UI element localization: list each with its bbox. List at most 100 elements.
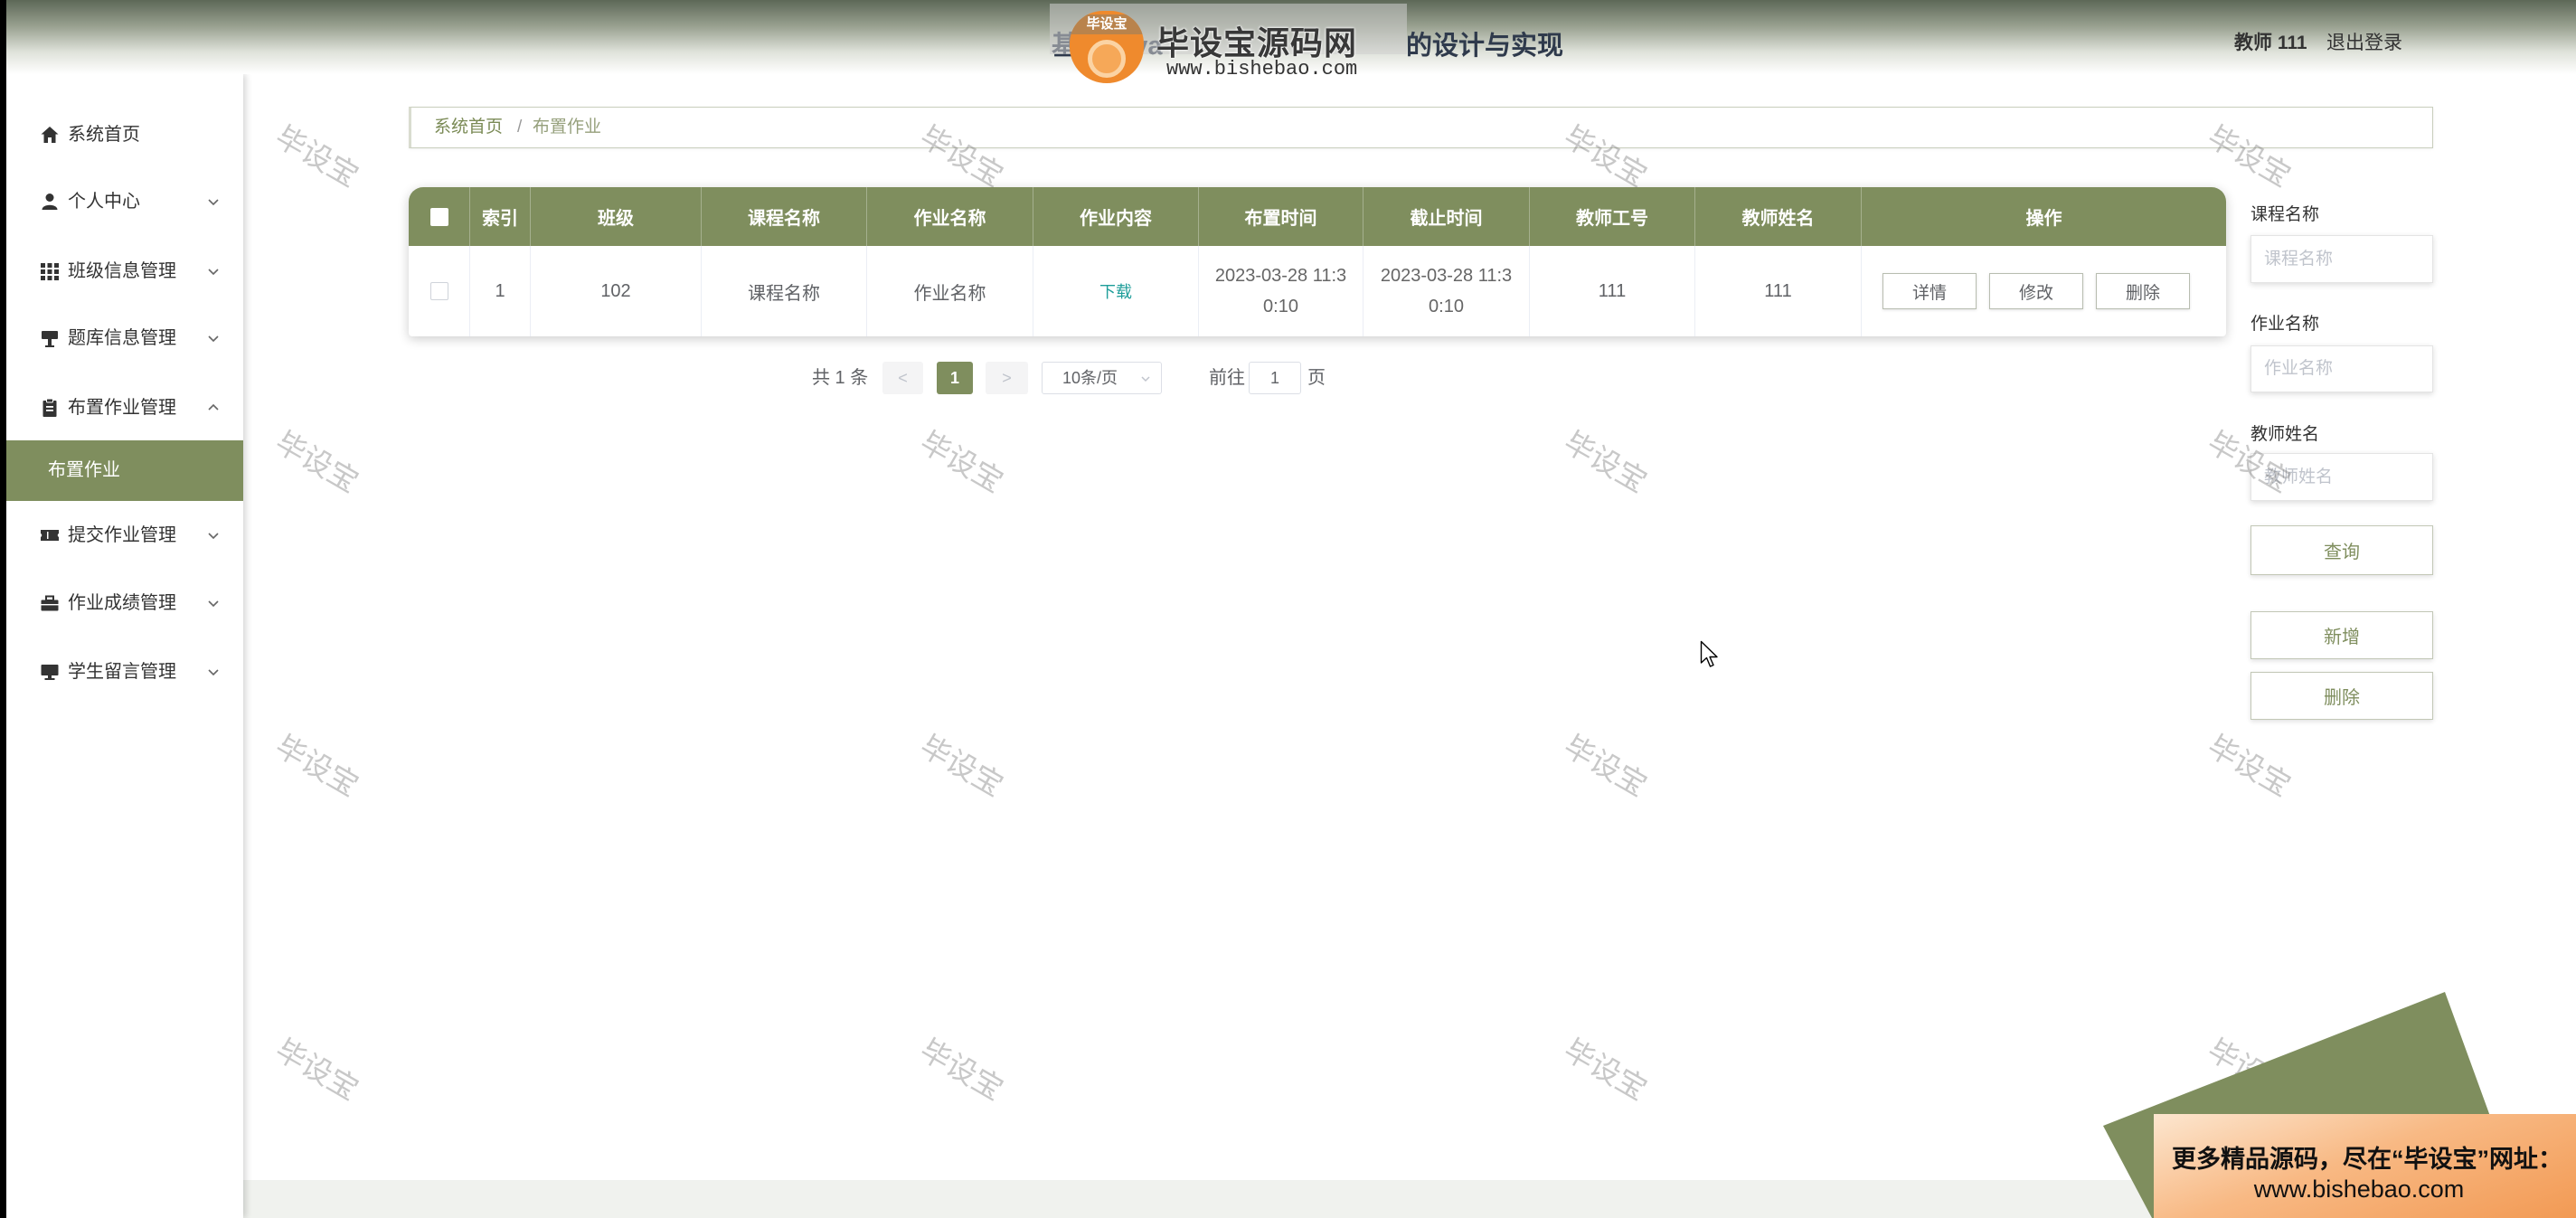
chevron-up-icon [207,401,220,414]
sidebar-item-assign-homework-management[interactable]: 布置作业管理 [6,374,243,441]
select-all-checkbox[interactable] [429,207,448,226]
add-button[interactable]: 新增 [2250,611,2433,659]
sidebar-item-submit-homework-management[interactable]: 提交作业管理 [6,502,243,569]
ad-banner-url: www.bishebao.com [2253,1176,2465,1203]
chevron-down-icon [207,666,220,678]
watermark-text: 毕设宝 [914,424,1009,499]
sidebar-subitem-label: 布置作业 [48,460,120,480]
row-select-cell [409,246,470,336]
sidebar-item-label: 题库信息管理 [68,328,176,348]
edit-button[interactable]: 修改 [1989,273,2083,309]
course-name-label: 课程名称 [2250,205,2320,224]
watermark-text: 毕设宝 [1558,424,1653,499]
watermark-badge-circle [1088,40,1126,78]
watermark-text: 毕设宝 [2202,728,2297,803]
chevron-down-icon [207,597,220,609]
details-button[interactable]: 详情 [1882,273,1977,309]
watermark-text: 毕设宝 [1558,1032,1653,1107]
column-header-actions: 操作 [2025,209,2062,229]
table-header-row: 索引 班级 课程名称 作业名称 作业内容 布置时间 截止时间 教师工号 教师姓名… [409,187,2226,246]
sidebar-subitem-assign-homework[interactable]: 布置作业 [6,440,243,501]
ad-banner: 更多精品源码，尽在“毕设宝”网址： www.bishebao.com [2154,1114,2576,1218]
table-row: 1 102 课程名称 作业名称 下载 2023-03-28 11:30:10 2… [409,246,2226,336]
sidebar-item-class-management[interactable]: 班级信息管理 [6,238,243,305]
watermark-text: 毕设宝 [269,1032,364,1107]
column-header-deadline: 截止时间 [1363,187,1530,246]
sidebar-item-label: 学生留言管理 [68,662,176,682]
column-header-homework: 作业名称 [867,187,1033,246]
row-delete-button[interactable]: 删除 [2096,273,2190,309]
sidebar-item-label: 提交作业管理 [68,525,176,545]
goto-page-unit: 页 [1307,368,1326,388]
homework-table: 索引 班级 课程名称 作业名称 作业内容 布置时间 截止时间 教师工号 教师姓名… [409,187,2226,336]
cell-index: 1 [470,246,531,336]
watermark-logo-url: www.bishebao.com [1166,58,1358,80]
briefcase-icon [40,593,60,613]
window-left-edge [0,0,6,1218]
sidebar-item-label: 作业成绩管理 [68,593,176,613]
breadcrumb-current: 布置作业 [533,118,602,137]
breadcrumb: 系统首页 / 布置作业 [409,107,2433,148]
sidebar-item-personal-center[interactable]: 个人中心 [6,168,243,235]
next-page-button[interactable]: > [986,362,1028,394]
sidebar-item-label: 布置作业管理 [68,398,176,418]
page-title-right: 的设计与实现 [1406,32,1564,61]
page-number-button[interactable]: 1 [937,362,973,394]
chevron-down-icon [207,529,220,542]
sidebar-item-label: 系统首页 [68,125,140,145]
cell-deadline: 2023-03-28 11:30:10 [1363,246,1530,336]
delete-button[interactable]: 删除 [2250,672,2433,720]
page-size-select[interactable]: 10条/页 [1042,362,1162,394]
cell-teacher-id: 111 [1530,246,1695,336]
logout-link[interactable]: 退出登录 [2326,28,2402,55]
breadcrumb-home-link[interactable]: 系统首页 [434,108,503,147]
watermark-text: 毕设宝 [269,728,364,803]
teacher-name-label: 教师姓名 [2250,425,2320,444]
cell-content: 下载 [1033,246,1199,336]
watermark-badge-icon: 毕设宝 [1070,11,1144,83]
cell-actions: 详情 修改 删除 [1862,246,2226,336]
cell-class: 102 [531,246,702,336]
goto-page-input[interactable] [1249,362,1301,394]
cell-course: 课程名称 [702,246,867,336]
chevron-down-icon [207,195,220,208]
download-link[interactable]: 下载 [1099,279,1132,303]
course-name-input[interactable] [2250,235,2433,283]
cell-teacher-name: 111 [1695,246,1862,336]
row-checkbox[interactable] [429,282,448,300]
homework-name-label: 作业名称 [2250,315,2320,334]
watermark-text: 毕设宝 [269,118,364,194]
column-header-select [409,187,470,246]
sidebar: 系统首页 个人中心 班级信息管理 题库信息管理 布置作业管理 布置作业 提交作业… [6,74,243,1218]
column-header-teacher-id: 教师工号 [1530,187,1695,246]
watermark-text: 毕设宝 [914,1032,1009,1107]
sidebar-item-student-message-management[interactable]: 学生留言管理 [6,638,243,705]
user-icon [40,192,60,212]
goto-label: 前往 [1209,368,1245,388]
query-button[interactable]: 查询 [2250,525,2433,575]
column-header-teacher-name: 教师姓名 [1695,187,1862,246]
column-header-index: 索引 [470,187,531,246]
cell-assigned-time: 2023-03-28 11:30:10 [1199,246,1363,336]
sidebar-item-homework-grade-management[interactable]: 作业成绩管理 [6,570,243,637]
chevron-down-icon [207,332,220,345]
homework-name-input[interactable] [2250,345,2433,392]
sidebar-item-label: 班级信息管理 [68,261,176,281]
watermark-badge-text: 毕设宝 [1070,14,1144,34]
chevron-down-icon [207,265,220,278]
pagination-total: 共 1 条 [812,368,869,388]
column-header-assigned-time: 布置时间 [1199,187,1363,246]
current-user-label: 教师 111 [2234,33,2307,53]
column-header-class: 班级 [531,187,702,246]
breadcrumb-separator: / [517,118,523,137]
sidebar-item-home[interactable]: 系统首页 [6,101,243,168]
sidebar-item-label: 个人中心 [68,192,140,212]
home-icon [40,125,60,145]
watermark-text: 毕设宝 [914,728,1009,803]
teacher-name-input[interactable] [2250,453,2433,501]
grid-icon [40,261,60,281]
chevron-down-icon [1140,373,1151,383]
prev-page-button[interactable]: < [882,362,923,394]
sidebar-item-question-bank[interactable]: 题库信息管理 [6,305,243,372]
easel-icon [40,328,60,348]
